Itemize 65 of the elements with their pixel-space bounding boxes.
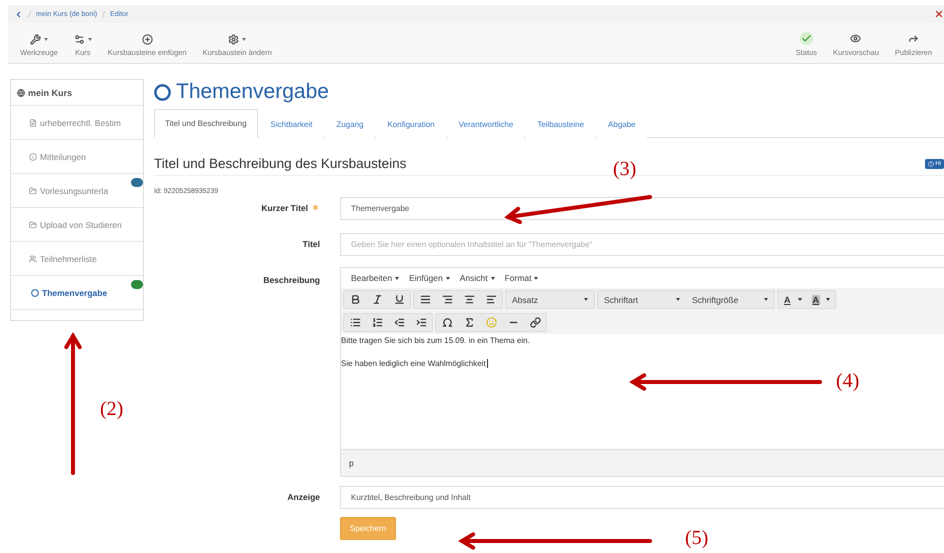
tree-item[interactable]: Themenvergabe [11,276,143,310]
info-icon [29,152,37,160]
select-field[interactable]: Kurztitel, Beschreibung und Inhalt [340,486,944,509]
tree-root-item[interactable]: mein Kurs [11,80,143,106]
field-label: Kurzer Titel [261,203,308,213]
close-icon[interactable] [934,9,944,19]
menu-button[interactable]: Ansicht [460,273,495,283]
tree-item[interactable]: Teilnehmerliste [11,242,143,276]
numbered-list-icon [372,317,382,328]
circle-icon [31,288,39,296]
omega-icon [442,317,452,328]
plus-circle-icon [142,34,153,45]
page-title: Themenvergabe [176,80,329,104]
color-button[interactable]: A [778,291,806,308]
input-field[interactable]: Themenvergabe [340,197,944,220]
link-icon [530,317,540,328]
align-left-icon [486,294,496,305]
font-select[interactable]: Schriftart [598,291,686,308]
field-label: Anzeige [286,491,321,502]
underline-icon [394,294,404,305]
annotation-number: (5) [685,527,708,550]
align-right-icon [442,294,452,305]
color-button[interactable]: A [806,291,835,308]
bullet-list-icon [350,317,360,328]
menu-button[interactable]: Einfügen [409,273,450,283]
tab[interactable]: Titel und Beschreibung [154,109,258,138]
field-label: Beschreibung [262,274,321,285]
format-select[interactable]: Absatz [506,291,594,308]
font-size-select[interactable]: Schriftgröße [686,291,774,308]
check-icon [800,33,812,44]
tree-item[interactable]: Mitteilungen [11,140,143,174]
back-icon[interactable] [14,10,23,18]
outdent-icon [394,317,404,328]
field-label: Titel [302,238,321,249]
annotation-number: (3) [613,158,636,181]
circle-icon [154,84,171,100]
menu-button[interactable]: Format [504,273,538,283]
smiley-icon [486,317,496,328]
editor-paragraph: Sie haben lediglich eine Wahlmöglichkeit [341,359,489,368]
indent-icon [416,317,426,328]
gear-icon [228,34,240,45]
users-icon [29,254,37,262]
editor-paragraph: Bitte tragen Sie sich bis zum 15.09. in ein Thema ein. [341,336,531,345]
folder-icon [29,220,37,228]
menu-button[interactable]: Bearbeiten [351,273,400,283]
share-arrow-icon [908,33,919,44]
file-icon [29,118,37,126]
annotation-number: (4) [836,370,860,393]
help-icon [928,160,934,166]
align-justify-icon [420,294,430,305]
section-title: Titel und Beschreibung des Kursbausteins [154,156,406,171]
globe-icon [17,88,25,96]
tree-item[interactable]: Vorlesungsunterla [11,174,143,208]
sigma-icon [464,317,474,328]
tree-item[interactable]: Upload von Studieren [11,208,143,242]
eye-icon [850,33,862,44]
input-field[interactable]: Geben Sie hier einen optionalen Inhaltstitel an für "Themenvergabe" [340,233,944,256]
italic-icon [372,294,382,305]
element-path: p [349,458,354,468]
tree-item[interactable]: urheberrechtl. Bestim [11,106,143,140]
folder-icon [29,186,37,194]
annotation-number: (2) [100,398,124,421]
wrench-icon [30,34,41,45]
align-center-icon [464,294,474,305]
bold-icon [350,294,360,305]
